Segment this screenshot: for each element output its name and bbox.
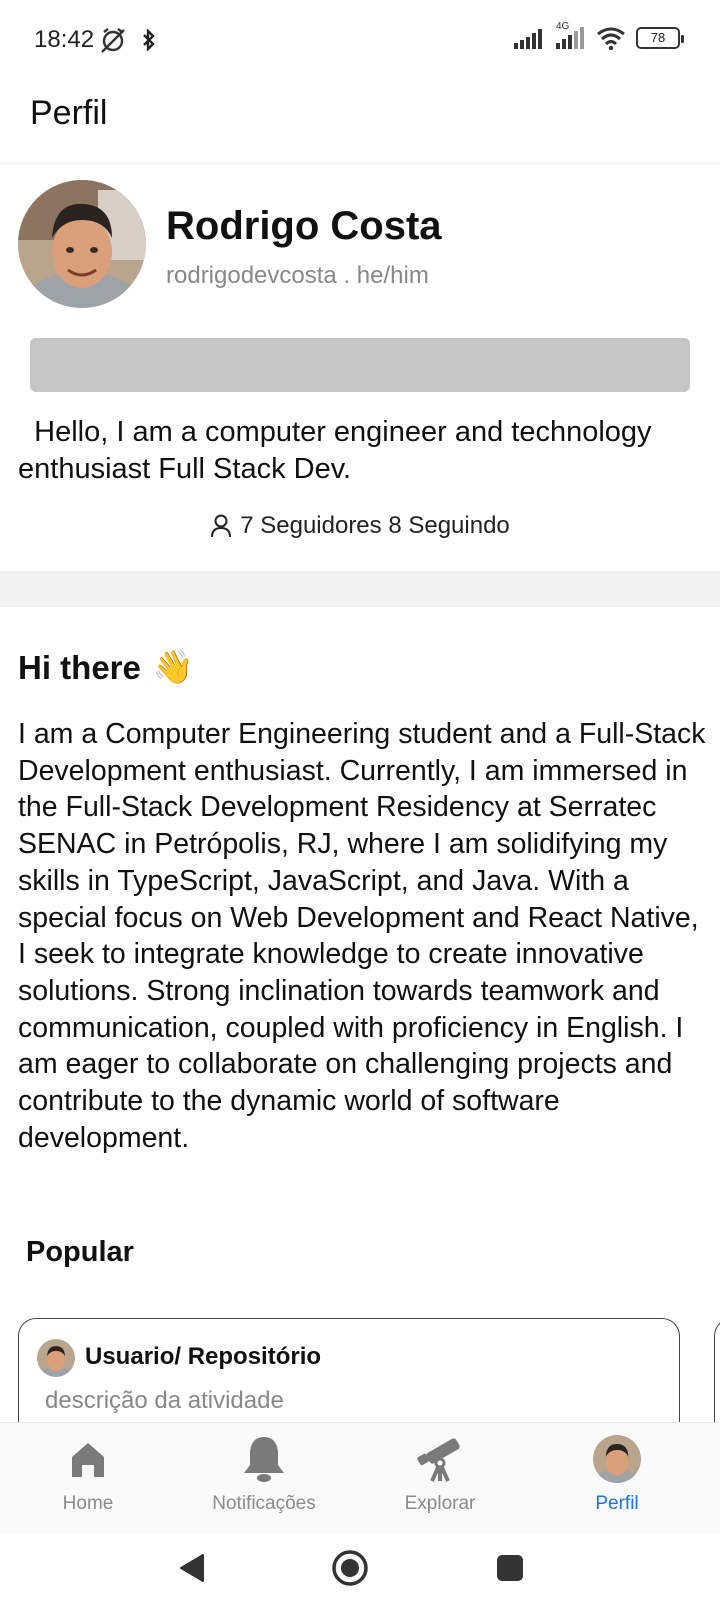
- home-icon: [72, 1443, 104, 1477]
- waving-hand-icon: 👋: [152, 648, 194, 685]
- nav-label-profile: Perfil: [595, 1493, 639, 1514]
- recents-square-icon: [497, 1555, 523, 1581]
- recents-button[interactable]: [490, 1548, 530, 1588]
- nav-label-home: Home: [62, 1493, 114, 1514]
- readme-body: I am a Computer Engineering student and …: [18, 718, 706, 1154]
- followers-row[interactable]: 7 Seguidores 8 Seguindo: [0, 512, 720, 540]
- person-icon: [211, 514, 232, 538]
- network-label: 4G: [556, 21, 570, 32]
- profile-placeholder-bar: [30, 338, 690, 392]
- popular-section-title: Popular: [26, 1236, 134, 1268]
- nav-item-profile[interactable]: Perfil: [547, 1433, 687, 1515]
- alarm-muted-icon: [101, 28, 125, 53]
- back-triangle-icon: [180, 1554, 204, 1582]
- home-circle-icon: [332, 1550, 368, 1586]
- followers-count: 7 Seguidores 8 Seguindo: [240, 512, 510, 539]
- profile-name: Rodrigo Costa: [166, 204, 442, 248]
- nav-label-notifications: Notificações: [212, 1493, 316, 1514]
- repo-name[interactable]: Usuario/ Repositório: [85, 1343, 321, 1371]
- telescope-icon: [417, 1438, 460, 1482]
- profile-bio: Hello, I am a computer engineer and tech…: [18, 416, 652, 485]
- profile-handle: rodrigodevcosta . he/him: [166, 262, 429, 289]
- repo-card[interactable]: Usuario/ Repositório descrição da ativid…: [18, 1318, 680, 1438]
- nav-item-notifications[interactable]: Notificações: [194, 1433, 334, 1515]
- battery-indicator: 78: [636, 27, 684, 49]
- nav-item-home[interactable]: Home: [18, 1433, 158, 1515]
- repo-description: descrição da atividade: [45, 1387, 284, 1414]
- signal-icon: [514, 29, 542, 49]
- bluetooth-icon: [143, 29, 155, 51]
- nav-item-explore[interactable]: Explorar: [370, 1433, 510, 1515]
- status-bar: 18:42 4G 78: [0, 0, 720, 80]
- status-time: 18:42: [34, 26, 95, 53]
- avatar: [593, 1435, 641, 1483]
- next-repo-card[interactable]: [714, 1318, 720, 1438]
- bell-icon: [244, 1437, 284, 1482]
- wifi-icon: [597, 27, 625, 50]
- page-title: Perfil: [30, 94, 108, 132]
- profile-avatar[interactable]: [18, 180, 146, 308]
- home-button[interactable]: [330, 1548, 370, 1588]
- section-divider: [0, 571, 720, 607]
- back-button[interactable]: [172, 1548, 212, 1588]
- system-nav-bar: [0, 1534, 720, 1600]
- app-header: Perfil: [0, 80, 720, 164]
- readme-title: Hi there 👋: [18, 648, 194, 686]
- bottom-nav: Home Notificações Explorar Perfil: [0, 1422, 720, 1534]
- nav-label-explore: Explorar: [404, 1493, 476, 1514]
- repo-owner-avatar: [37, 1339, 75, 1377]
